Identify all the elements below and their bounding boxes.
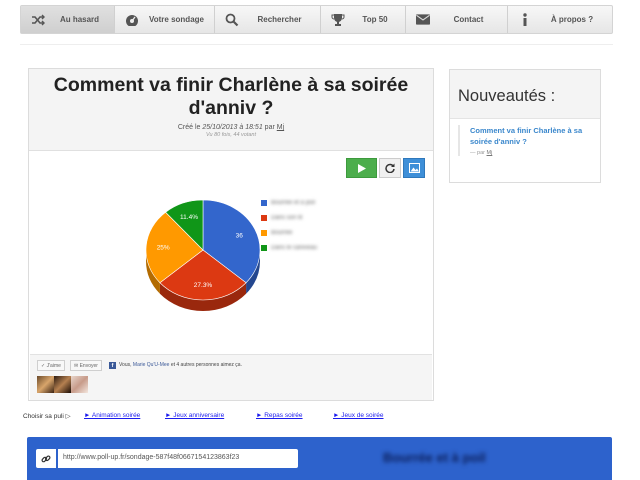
- link-icon: [41, 454, 51, 462]
- sidebar-author-link[interactable]: Mj: [487, 150, 493, 156]
- image-export-button[interactable]: [403, 158, 425, 178]
- nav-random-label: Au hasard: [59, 15, 100, 24]
- facebook-icon: f: [109, 362, 116, 369]
- like-label: J'aime: [46, 362, 61, 369]
- legend-swatch: [261, 244, 267, 251]
- avatar[interactable]: [37, 376, 54, 393]
- legend-label: Dans son lit: [271, 214, 303, 221]
- search-icon: [225, 13, 239, 27]
- vote-play-button[interactable]: [346, 158, 377, 178]
- avatar[interactable]: [71, 376, 88, 393]
- pie-slice-label: 11.4%: [180, 214, 198, 221]
- poll-created-date: 25/10/2013 à 18:51: [202, 124, 263, 131]
- copy-link-button[interactable]: [36, 449, 56, 468]
- poll-title: Comment va finir Charlène à sa soirée d'…: [53, 74, 409, 119]
- legend-item[interactable]: Bourrée et à poil: [261, 195, 317, 210]
- pie-slice-label: 36: [236, 232, 244, 239]
- pie-slice-label: 25%: [157, 245, 170, 252]
- friend-avatars: [37, 376, 88, 393]
- poll-meta: Créé le 25/10/2013 à 18:51 par Mj: [29, 124, 433, 131]
- dashboard-icon: [125, 13, 139, 27]
- nav-your-poll[interactable]: Votre sondage: [115, 6, 215, 33]
- poll-card: Comment va finir Charlène à sa soirée d'…: [28, 68, 434, 401]
- nav-contact-label: Contact: [453, 15, 484, 24]
- suggestion-link[interactable]: ► Repas soirée: [256, 412, 303, 419]
- legend-swatch: [261, 229, 267, 236]
- suggestions-label: Choisir sa puli ▷: [23, 413, 71, 420]
- picture-icon: [408, 163, 420, 173]
- nav-search-label: Rechercher: [257, 15, 302, 24]
- legend-swatch: [261, 214, 267, 221]
- share-result-title: Bourrée et à poil: [383, 450, 486, 465]
- pie-slice-label: 27.3%: [194, 282, 213, 289]
- nav-search[interactable]: Rechercher: [215, 6, 321, 33]
- legend-item[interactable]: Dans son lit: [261, 210, 317, 225]
- poll-header: Comment va finir Charlène à sa soirée d'…: [29, 69, 433, 151]
- nav-contact[interactable]: Contact: [406, 6, 508, 33]
- nav-divider: [20, 44, 613, 45]
- suggestions-row: Choisir sa puli ▷ ► Animation soirée ► J…: [0, 412, 640, 424]
- nav-random[interactable]: Au hasard: [21, 6, 115, 33]
- chart-tools: [346, 158, 425, 178]
- play-icon: [357, 163, 366, 173]
- nav-about[interactable]: À propos ?: [508, 6, 612, 33]
- facebook-likes-text: Vous, Marie Qu'U-Mee et 4 autres personn…: [119, 362, 242, 368]
- info-icon: [518, 12, 532, 27]
- legend-swatch: [261, 199, 267, 206]
- share-bar: http://www.poll-up.fr/sondage-587f48f066…: [27, 437, 612, 480]
- poll-author-link[interactable]: Mj: [277, 124, 284, 131]
- envelope-icon: [416, 13, 430, 27]
- suggestion-link[interactable]: ► Animation soirée: [84, 412, 140, 419]
- sidebar-news-link[interactable]: Comment va finir Charlène à sa soirée d'…: [470, 125, 588, 147]
- main-nav: Au hasard Votre sondage Rechercher Top 5…: [20, 5, 613, 34]
- news-sidebar: Nouveautés : Comment va finir Charlène à…: [449, 69, 601, 183]
- send-button[interactable]: ✉ Envoyer: [70, 360, 102, 371]
- nav-top50[interactable]: Top 50: [321, 6, 406, 33]
- refresh-button[interactable]: [379, 158, 401, 178]
- social-bar: ✓ J'aime ✉ Envoyer f Vous, Marie Qu'U-Me…: [30, 354, 432, 400]
- legend-item[interactable]: Dans le caniveau: [261, 240, 317, 255]
- suggestion-link[interactable]: ► Jeux de soirée: [333, 412, 384, 419]
- nav-your-poll-label: Votre sondage: [149, 15, 204, 24]
- legend-label: Dans le caniveau: [271, 244, 318, 251]
- poll-created-prefix: Créé le: [177, 124, 201, 131]
- nav-top50-label: Top 50: [362, 15, 388, 24]
- shuffle-icon: [31, 13, 45, 27]
- nav-about-label: À propos ?: [550, 15, 594, 24]
- sidebar-by-word: — par: [470, 150, 485, 156]
- poll-by-word: par: [264, 124, 275, 131]
- fb-suffix: et 4 autres personnes aimez ça.: [170, 362, 242, 368]
- sidebar-title: Nouveautés :: [450, 70, 600, 119]
- legend-label: Bourrée et à poil: [271, 199, 316, 206]
- poll-stats: Vu 80 fois, 44 votant: [205, 132, 257, 138]
- chart-legend: Bourrée et à poil Dans son lit Bourrée Dans…: [261, 195, 317, 255]
- send-label: Envoyer: [79, 362, 98, 369]
- sidebar-news-item: Comment va finir Charlène à sa soirée d'…: [458, 125, 588, 156]
- avatar[interactable]: [54, 376, 71, 393]
- sidebar-news-author: — par Mj: [470, 150, 588, 156]
- refresh-icon: [385, 163, 395, 173]
- fb-prefix: Vous,: [119, 362, 132, 368]
- poll-pie-chart: 36 27.3% 25% 11.4%: [145, 199, 261, 311]
- fb-friend-name[interactable]: Marie Qu'U-Mee: [133, 362, 170, 368]
- trophy-icon: [331, 13, 345, 27]
- suggestion-link[interactable]: ► Jeux anniversaire: [165, 412, 224, 419]
- legend-item[interactable]: Bourrée: [261, 225, 317, 240]
- like-button[interactable]: ✓ J'aime: [37, 360, 65, 371]
- share-url-field[interactable]: http://www.poll-up.fr/sondage-587f48f066…: [58, 449, 298, 468]
- legend-label: Bourrée: [271, 229, 293, 236]
